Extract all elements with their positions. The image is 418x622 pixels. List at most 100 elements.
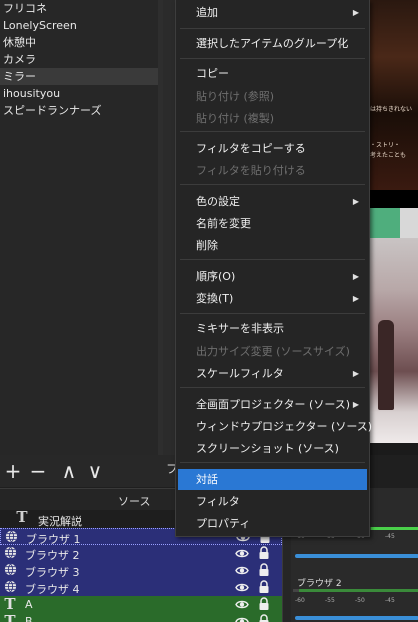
globe-icon (3, 546, 17, 560)
globe-icon (3, 563, 17, 577)
scene-item[interactable]: スピードランナーズ (0, 102, 158, 119)
menu-item[interactable]: スケールフィルタ ▶ (178, 363, 367, 384)
panel-gutter (163, 0, 175, 455)
preview-canvas[interactable]: は持ちきれない ・ストリ・ 考えたことも (370, 0, 418, 455)
preview-caption: 考えたことも (370, 152, 407, 159)
menu-item: 出力サイズ変更 (ソースサイズ) (178, 341, 367, 362)
menu-item-label: 色の設定 (196, 195, 240, 208)
remove-scene-button[interactable]: − (27, 458, 49, 484)
source-label: 実況解説 (38, 515, 82, 528)
menu-item-label: 順序(O) (196, 270, 236, 283)
eye-icon[interactable] (235, 615, 249, 622)
menu-item[interactable]: 追加 ▶ (178, 2, 367, 23)
lock-icon[interactable] (258, 597, 270, 611)
chevron-right-icon: ▶ (352, 197, 359, 206)
menu-item[interactable]: 名前を変更 (178, 213, 367, 234)
scene-item[interactable]: カメラ (0, 51, 158, 68)
menu-item[interactable]: 選択したアイテムのグループ化 (178, 33, 367, 54)
menu-item[interactable]: 全画面プロジェクター (ソース) ▶ (178, 394, 367, 415)
eye-icon[interactable] (235, 547, 249, 560)
menu-separator (180, 28, 365, 29)
source-item[interactable]: TB (0, 613, 282, 622)
menu-item[interactable]: コピー (178, 63, 367, 84)
preview-bottom-bar (370, 443, 418, 455)
menu-item[interactable]: 色の設定 ▶ (178, 191, 367, 212)
menu-item[interactable]: フィルタをコピーする (178, 138, 367, 159)
menu-item-label: 出力サイズ変更 (ソースサイズ) (196, 345, 350, 358)
menu-item[interactable]: 順序(O) ▶ (178, 266, 367, 287)
menu-item-label: 貼り付け (複製) (196, 112, 275, 125)
meter-tick: -50 (355, 597, 365, 604)
meter-tick: -45 (385, 597, 395, 604)
source-label: ブラウザ 3 (25, 566, 80, 579)
menu-item-label: フィルタを貼り付ける (196, 164, 306, 177)
move-scene-up-button[interactable]: ∧ (58, 458, 80, 484)
meter-tick: -60 (295, 597, 305, 604)
menu-separator (180, 259, 365, 260)
menu-item-label: コピー (196, 67, 229, 80)
globe-icon (4, 530, 18, 544)
source-label: A (25, 598, 33, 611)
menu-item-label: プロパティ (196, 517, 251, 530)
scene-item[interactable]: ミラー (0, 68, 158, 85)
menu-item[interactable]: ミキサーを非表示 (178, 318, 367, 339)
menu-item[interactable]: 変換(T) ▶ (178, 288, 367, 309)
scene-item[interactable]: 休憩中 (0, 34, 158, 51)
scene-item[interactable]: フリコネ (0, 0, 158, 17)
volume-meter-level (371, 527, 418, 530)
menu-item-label: 名前を変更 (196, 217, 251, 230)
preview-gray-block (400, 208, 418, 238)
scene-item[interactable]: LonelyScreen (0, 17, 158, 34)
text-t-icon: T (16, 508, 28, 526)
menu-item-label: ウィンドウプロジェクター (ソース) (196, 420, 373, 433)
menu-item[interactable]: 対話 (178, 469, 367, 490)
menu-item-label: フィルタ (196, 495, 240, 508)
volume-fader[interactable] (295, 616, 418, 620)
sources-title: ソース (118, 495, 151, 508)
source-item[interactable]: ブラウザ 3 (0, 562, 282, 579)
chevron-right-icon: ▶ (352, 294, 359, 303)
menu-item[interactable]: スクリーンショット (ソース) (178, 438, 367, 459)
eye-icon[interactable] (235, 581, 249, 594)
add-scene-button[interactable]: + (2, 458, 24, 484)
lock-icon[interactable] (258, 563, 270, 577)
preview-figure (378, 320, 394, 410)
menu-item: 貼り付け (参照) (178, 86, 367, 107)
menu-item[interactable]: 削除 (178, 235, 367, 256)
source-item[interactable]: ブラウザ 4 (0, 579, 282, 596)
menu-item[interactable]: フィルタ (178, 491, 367, 512)
eye-icon[interactable] (235, 598, 249, 611)
menu-item: フィルタを貼り付ける (178, 160, 367, 181)
chevron-right-icon: ▶ (352, 369, 359, 378)
lock-icon[interactable] (258, 580, 270, 594)
menu-item: 貼り付け (複製) (178, 108, 367, 129)
preview-caption: は持ちきれない (370, 106, 413, 113)
menu-separator (180, 58, 365, 59)
menu-item-label: ミキサーを非表示 (196, 322, 284, 335)
menu-separator (180, 131, 365, 132)
menu-item-label: 貼り付け (参照) (196, 90, 275, 103)
lock-icon[interactable] (258, 614, 270, 622)
move-scene-down-button[interactable]: ∨ (84, 458, 106, 484)
meter-tick: -55 (325, 597, 335, 604)
scene-item[interactable]: ihousityou (0, 85, 158, 102)
source-context-menu: 追加 ▶ 選択したアイテムのグループ化コピー貼り付け (参照) 貼り付け (複製) フィ… (175, 0, 372, 537)
scenes-toolbar: + − ∧ ∨ (0, 455, 175, 487)
source-item[interactable]: ブラウザ 2 (0, 545, 282, 562)
menu-item[interactable]: ウィンドウプロジェクター (ソース) (178, 416, 372, 437)
preview-caption: ・ストリ・ (370, 142, 401, 149)
scene-list: フリコネ LonelyScreen 休憩中 カメラ ミラー ihousityou スピードラ… (0, 0, 158, 119)
chevron-right-icon: ▶ (352, 272, 359, 281)
volume-fader[interactable] (295, 554, 418, 558)
menu-item[interactable]: プロパティ (178, 513, 367, 534)
menu-item-label: スクリーンショット (ソース) (196, 442, 339, 455)
lock-icon[interactable] (258, 546, 270, 560)
eye-icon[interactable] (235, 564, 249, 577)
source-label: ブラウザ 4 (25, 583, 80, 596)
volume-meter-level (299, 589, 418, 592)
menu-item-label: スケールフィルタ (196, 367, 284, 380)
source-label: B (25, 615, 33, 622)
menu-separator (180, 313, 365, 314)
globe-icon (3, 580, 17, 594)
source-item[interactable]: TA (0, 596, 282, 613)
